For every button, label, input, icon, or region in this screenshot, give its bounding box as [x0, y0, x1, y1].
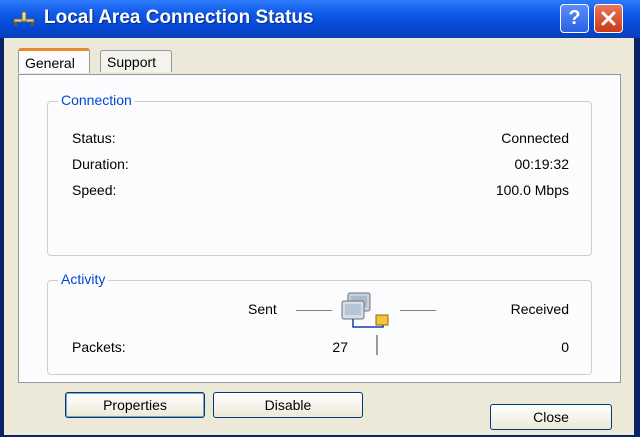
disable-button[interactable]: Disable	[213, 392, 363, 418]
tab-panel-general: Connection Status: Connected Duration: 0…	[18, 74, 621, 418]
sent-label: Sent	[248, 301, 277, 317]
packets-received-value: 0	[561, 339, 569, 355]
activity-legend: Activity	[58, 271, 109, 287]
packets-label: Packets:	[72, 339, 126, 355]
connection-legend: Connection	[58, 92, 135, 108]
status-value: Connected	[501, 130, 569, 146]
network-computers-icon	[341, 292, 389, 328]
tab-support[interactable]: Support	[100, 50, 172, 72]
properties-button[interactable]: Properties	[65, 392, 205, 418]
tab-general[interactable]: General	[18, 48, 90, 73]
window-title: Local Area Connection Status	[44, 7, 314, 28]
connection-group: Connection Status: Connected Duration: 0…	[47, 92, 592, 256]
dialog-body: General Support Connection Status: Conne…	[4, 38, 634, 435]
help-icon: ?	[568, 7, 581, 29]
speed-value: 100.0 Mbps	[495, 182, 569, 198]
help-button[interactable]: ?	[560, 4, 589, 33]
duration-value: 00:19:32	[514, 156, 570, 172]
received-connector-line	[400, 310, 436, 311]
sent-connector-line	[296, 310, 332, 311]
packets-divider	[376, 335, 378, 355]
title-bar[interactable]: Local Area Connection Status ?	[0, 0, 640, 38]
close-icon	[601, 11, 616, 26]
speed-label: Speed:	[72, 182, 117, 198]
title-close-button[interactable]	[594, 4, 623, 33]
activity-group: Activity Sent Received Packets: 27 0	[47, 271, 592, 375]
status-label: Status:	[72, 130, 116, 146]
network-connection-icon	[13, 11, 35, 26]
status-dialog: Local Area Connection Status ? General S…	[0, 0, 640, 437]
duration-label: Duration:	[72, 156, 129, 172]
packets-sent-value: 27	[332, 339, 348, 355]
close-button[interactable]: Close	[490, 404, 612, 430]
received-label: Received	[510, 301, 569, 317]
